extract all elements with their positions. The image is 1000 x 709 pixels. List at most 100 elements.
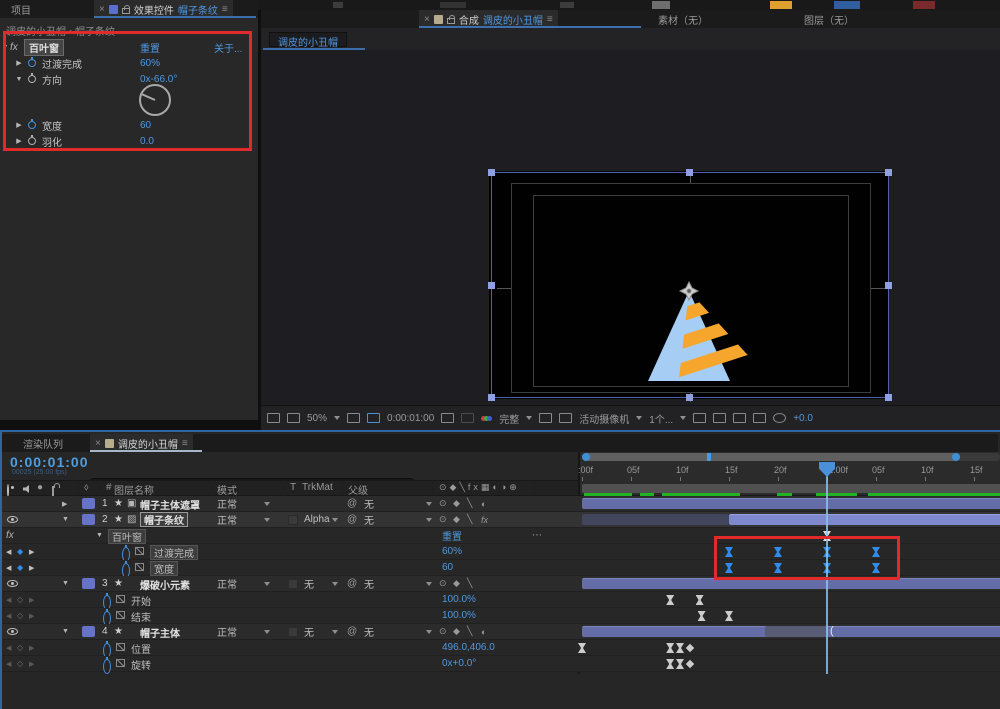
viewer-comp-tab[interactable]: 调皮的小丑帽 (269, 32, 347, 49)
playhead-line[interactable] (826, 462, 828, 674)
effect-name[interactable]: 百叶窗 (24, 38, 64, 56)
toolbar-fragment (560, 2, 574, 8)
direction-dial[interactable] (136, 83, 174, 117)
selection-handle[interactable] (686, 394, 693, 401)
snapshot-camera-icon[interactable] (441, 413, 455, 423)
selection-handle[interactable] (885, 394, 892, 401)
pixel-aspect-icon[interactable] (713, 413, 727, 423)
magnification-monitor-icon[interactable] (287, 413, 300, 423)
keyframe-icon[interactable] (725, 611, 733, 621)
effect-reset-link[interactable]: 重置 (140, 40, 160, 55)
navigator-handle-left[interactable] (582, 453, 590, 461)
work-area-bar[interactable] (582, 484, 1000, 493)
selection-handle[interactable] (885, 169, 892, 176)
region-of-interest-icon[interactable] (367, 413, 381, 423)
fast-preview-icon[interactable] (539, 413, 553, 423)
panel-chip (433, 14, 443, 24)
keyframe-icon[interactable] (695, 595, 704, 605)
timeline-button-icon[interactable] (733, 413, 747, 423)
stopwatch-icon[interactable] (28, 119, 36, 129)
lock-icon[interactable] (446, 14, 455, 24)
close-icon[interactable]: × (99, 4, 105, 15)
zoom-level[interactable]: 50% (307, 413, 327, 424)
navigator-handle-right[interactable] (952, 453, 960, 461)
twirl-down-icon[interactable]: ▼ (0, 44, 10, 51)
keyframe-icon[interactable] (774, 563, 782, 573)
stopwatch-icon[interactable] (28, 57, 36, 67)
twirl-down-icon[interactable]: ▼ (14, 76, 24, 83)
tab-layer[interactable]: 图层（无） (799, 10, 859, 28)
selection-handle[interactable] (488, 394, 495, 401)
panel-menu-icon[interactable]: ≡ (222, 4, 228, 15)
channel-rgb-icon[interactable] (481, 415, 493, 421)
selection-handle[interactable] (488, 282, 495, 289)
composition-tabbar: × 合成 调皮的小丑帽 ≡ 素材（无） 图层（无） (261, 10, 1000, 28)
flowchart-icon[interactable] (753, 413, 767, 423)
effect-about-link[interactable]: 关于... (214, 40, 242, 55)
tab-label: 合成 (458, 15, 479, 27)
keyframe-icon[interactable] (578, 643, 586, 653)
viewer-timecode[interactable]: 0:00:01:00 (387, 413, 434, 424)
ram-cache-segment (639, 493, 654, 496)
keyframe-icon[interactable] (774, 547, 782, 557)
property-value[interactable]: 60 (140, 120, 151, 131)
keyframe-hold-icon[interactable] (685, 659, 695, 669)
grid-guides-icon[interactable] (347, 413, 361, 423)
chevron-down-icon[interactable] (680, 416, 687, 420)
view-camera-select[interactable]: 活动摄像机 (579, 411, 629, 426)
layer-duration-bar[interactable] (582, 514, 729, 525)
after-effects-window: 项目 × 效果控件 帽子条纹 ≡ 调皮的小丑帽 • 帽子条纹 ▼ fx 百叶窗 … (0, 0, 1000, 709)
transparency-grid-icon[interactable] (559, 413, 573, 423)
time-navigator-bar[interactable] (582, 453, 960, 461)
keyframe-icon[interactable] (666, 659, 675, 669)
selection-handle[interactable] (488, 169, 495, 176)
selection-bounding-box[interactable] (491, 172, 889, 398)
lock-icon[interactable] (121, 4, 130, 14)
selection-handle[interactable] (686, 169, 693, 176)
always-preview-icon[interactable] (267, 413, 280, 423)
keyframe-icon[interactable] (676, 643, 684, 653)
ram-cache-segment (583, 493, 632, 496)
panel-chip (108, 4, 118, 14)
layer-duration-bar[interactable] (765, 626, 827, 637)
keyframe-icon[interactable] (725, 547, 733, 557)
chevron-down-icon[interactable] (334, 416, 341, 420)
show-snapshot-icon[interactable] (461, 413, 475, 423)
twirl-right-icon[interactable]: ▶ (14, 137, 24, 145)
layer-duration-bar[interactable] (729, 514, 1000, 525)
keyframe-icon[interactable] (725, 563, 733, 573)
stopwatch-icon[interactable] (28, 73, 36, 83)
view-count-select[interactable]: 1个... (649, 411, 673, 426)
keyframe-icon[interactable] (666, 595, 675, 605)
exposure-gear-icon[interactable] (773, 413, 787, 423)
keyframe-hold-icon[interactable] (685, 643, 695, 653)
keyframe-icon[interactable] (676, 659, 684, 669)
tab-footage[interactable]: 素材（无） (653, 10, 713, 28)
layer-duration-bar[interactable] (582, 498, 1000, 509)
reset-exposure-icon[interactable] (693, 413, 707, 423)
twirl-right-icon[interactable]: ▶ (14, 121, 24, 129)
ruler-label: 15f (725, 465, 738, 475)
panel-menu-icon[interactable]: ≡ (547, 14, 553, 25)
resolution-select[interactable]: 完整 (499, 411, 519, 426)
keyframe-icon[interactable] (872, 563, 880, 573)
effect-controls-tabbar: 项目 × 效果控件 帽子条纹 ≡ (0, 0, 258, 18)
exposure-value[interactable]: +0.0 (793, 413, 813, 424)
keyframe-icon[interactable] (697, 611, 706, 621)
tab-comp-name: 调皮的小丑帽 (482, 15, 543, 27)
ruler-tick (778, 477, 779, 481)
close-icon[interactable]: × (424, 14, 430, 25)
chevron-down-icon[interactable] (526, 416, 533, 420)
property-value[interactable]: 60% (140, 58, 160, 69)
layer-duration-bar[interactable] (582, 578, 1000, 589)
twirl-right-icon[interactable]: ▶ (14, 59, 24, 67)
chevron-down-icon[interactable] (636, 416, 643, 420)
stopwatch-icon[interactable] (28, 135, 36, 145)
selection-handle[interactable] (885, 282, 892, 289)
keyframe-icon[interactable] (872, 547, 880, 557)
keyframe-icon[interactable] (666, 643, 675, 653)
property-value[interactable]: 0.0 (140, 136, 154, 147)
active-tab-underline (94, 16, 256, 18)
composition-viewer[interactable] (261, 50, 1000, 405)
tab-project[interactable]: 项目 (6, 0, 36, 18)
